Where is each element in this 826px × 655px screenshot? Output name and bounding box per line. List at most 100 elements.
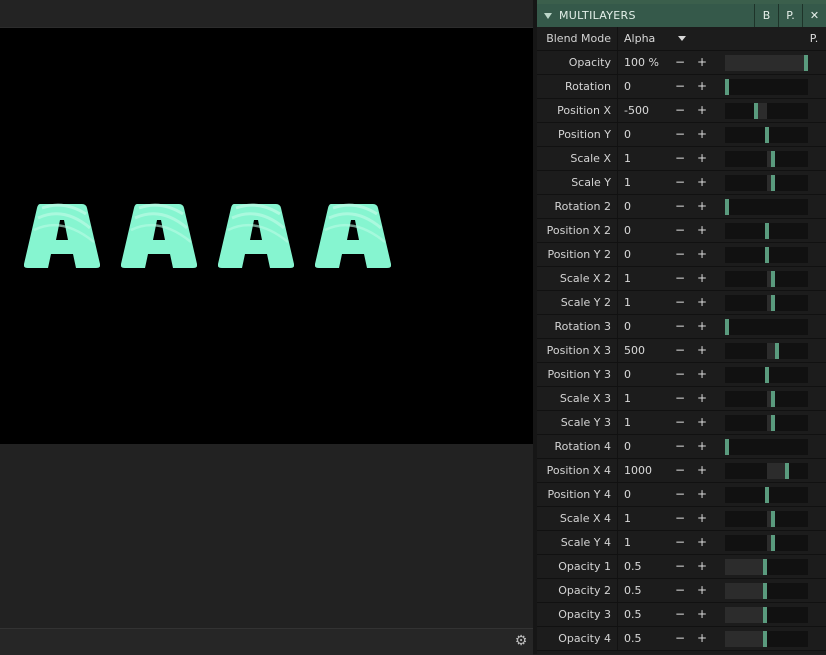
param-value-field[interactable]: 100 % xyxy=(617,51,669,74)
param-value-field[interactable]: 0.5 xyxy=(617,603,669,626)
increment-button[interactable]: + xyxy=(691,219,713,242)
param-slider[interactable] xyxy=(725,607,808,623)
param-value-field[interactable]: 1 xyxy=(617,267,669,290)
increment-button[interactable]: + xyxy=(691,483,713,506)
param-value-field[interactable]: 0 xyxy=(617,483,669,506)
param-value-field[interactable]: 0 xyxy=(617,195,669,218)
param-slider[interactable] xyxy=(725,367,808,383)
param-slider[interactable] xyxy=(725,391,808,407)
increment-button[interactable]: + xyxy=(691,195,713,218)
param-slider[interactable] xyxy=(725,79,808,95)
param-value-field[interactable]: 500 xyxy=(617,339,669,362)
close-button[interactable]: ✕ xyxy=(802,4,826,27)
slider-thumb[interactable] xyxy=(770,271,775,287)
increment-button[interactable]: + xyxy=(691,579,713,602)
slider-thumb[interactable] xyxy=(774,343,779,359)
param-slider[interactable] xyxy=(725,511,808,527)
slider-thumb[interactable] xyxy=(770,391,775,407)
decrement-button[interactable]: − xyxy=(669,555,691,578)
slider-thumb[interactable] xyxy=(770,151,775,167)
param-slider[interactable] xyxy=(725,559,808,575)
decrement-button[interactable]: − xyxy=(669,219,691,242)
slider-thumb[interactable] xyxy=(764,223,769,239)
decrement-button[interactable]: − xyxy=(669,75,691,98)
param-slider[interactable] xyxy=(725,535,808,551)
param-slider[interactable] xyxy=(725,247,808,263)
decrement-button[interactable]: − xyxy=(669,147,691,170)
param-slider[interactable] xyxy=(725,127,808,143)
param-value-field[interactable]: 1 xyxy=(617,171,669,194)
decrement-button[interactable]: − xyxy=(669,51,691,74)
param-slider[interactable] xyxy=(725,631,808,647)
increment-button[interactable]: + xyxy=(691,387,713,410)
bypass-button[interactable]: B xyxy=(754,4,778,27)
param-value-field[interactable]: 0.5 xyxy=(617,627,669,650)
param-slider[interactable] xyxy=(725,439,808,455)
param-slider[interactable] xyxy=(725,55,808,71)
increment-button[interactable]: + xyxy=(691,291,713,314)
slider-thumb[interactable] xyxy=(725,439,729,455)
increment-button[interactable]: + xyxy=(691,75,713,98)
decrement-button[interactable]: − xyxy=(669,411,691,434)
increment-button[interactable]: + xyxy=(691,123,713,146)
slider-thumb[interactable] xyxy=(785,463,790,479)
param-slider[interactable] xyxy=(725,415,808,431)
param-slider[interactable] xyxy=(725,175,808,191)
param-value-field[interactable]: 0 xyxy=(617,219,669,242)
slider-thumb[interactable] xyxy=(725,319,729,335)
slider-thumb[interactable] xyxy=(804,55,808,71)
param-value-field[interactable]: 1000 xyxy=(617,459,669,482)
param-slider[interactable] xyxy=(725,343,808,359)
collapse-arrow-icon[interactable] xyxy=(544,12,552,19)
param-value-field[interactable]: 1 xyxy=(617,411,669,434)
decrement-button[interactable]: − xyxy=(669,267,691,290)
increment-button[interactable]: + xyxy=(691,555,713,578)
blend-preset-button[interactable]: P. xyxy=(806,31,822,47)
param-slider[interactable] xyxy=(725,487,808,503)
decrement-button[interactable]: − xyxy=(669,243,691,266)
increment-button[interactable]: + xyxy=(691,411,713,434)
decrement-button[interactable]: − xyxy=(669,603,691,626)
param-slider[interactable] xyxy=(725,151,808,167)
increment-button[interactable]: + xyxy=(691,51,713,74)
decrement-button[interactable]: − xyxy=(669,435,691,458)
slider-thumb[interactable] xyxy=(770,415,775,431)
slider-thumb[interactable] xyxy=(764,487,769,503)
increment-button[interactable]: + xyxy=(691,459,713,482)
increment-button[interactable]: + xyxy=(691,507,713,530)
param-value-field[interactable]: 1 xyxy=(617,531,669,554)
blend-mode-select[interactable]: Alpha xyxy=(617,27,717,50)
decrement-button[interactable]: − xyxy=(669,627,691,650)
param-value-field[interactable]: 1 xyxy=(617,507,669,530)
decrement-button[interactable]: − xyxy=(669,531,691,554)
param-value-field[interactable]: 0 xyxy=(617,123,669,146)
slider-thumb[interactable] xyxy=(725,79,729,95)
increment-button[interactable]: + xyxy=(691,147,713,170)
increment-button[interactable]: + xyxy=(691,267,713,290)
decrement-button[interactable]: − xyxy=(669,483,691,506)
increment-button[interactable]: + xyxy=(691,363,713,386)
param-value-field[interactable]: 1 xyxy=(617,387,669,410)
slider-thumb[interactable] xyxy=(725,199,729,215)
slider-thumb[interactable] xyxy=(764,127,769,143)
param-slider[interactable] xyxy=(725,463,808,479)
decrement-button[interactable]: − xyxy=(669,291,691,314)
increment-button[interactable]: + xyxy=(691,339,713,362)
slider-thumb[interactable] xyxy=(770,511,775,527)
preset-button[interactable]: P. xyxy=(778,4,802,27)
slider-thumb[interactable] xyxy=(754,103,759,119)
param-value-field[interactable]: 0 xyxy=(617,243,669,266)
param-slider[interactable] xyxy=(725,295,808,311)
decrement-button[interactable]: − xyxy=(669,123,691,146)
increment-button[interactable]: + xyxy=(691,243,713,266)
increment-button[interactable]: + xyxy=(691,603,713,626)
param-slider[interactable] xyxy=(725,103,808,119)
decrement-button[interactable]: − xyxy=(669,339,691,362)
slider-thumb[interactable] xyxy=(770,295,775,311)
decrement-button[interactable]: − xyxy=(669,459,691,482)
param-value-field[interactable]: -500 xyxy=(617,99,669,122)
param-value-field[interactable]: 0.5 xyxy=(617,555,669,578)
decrement-button[interactable]: − xyxy=(669,363,691,386)
decrement-button[interactable]: − xyxy=(669,387,691,410)
param-slider[interactable] xyxy=(725,319,808,335)
